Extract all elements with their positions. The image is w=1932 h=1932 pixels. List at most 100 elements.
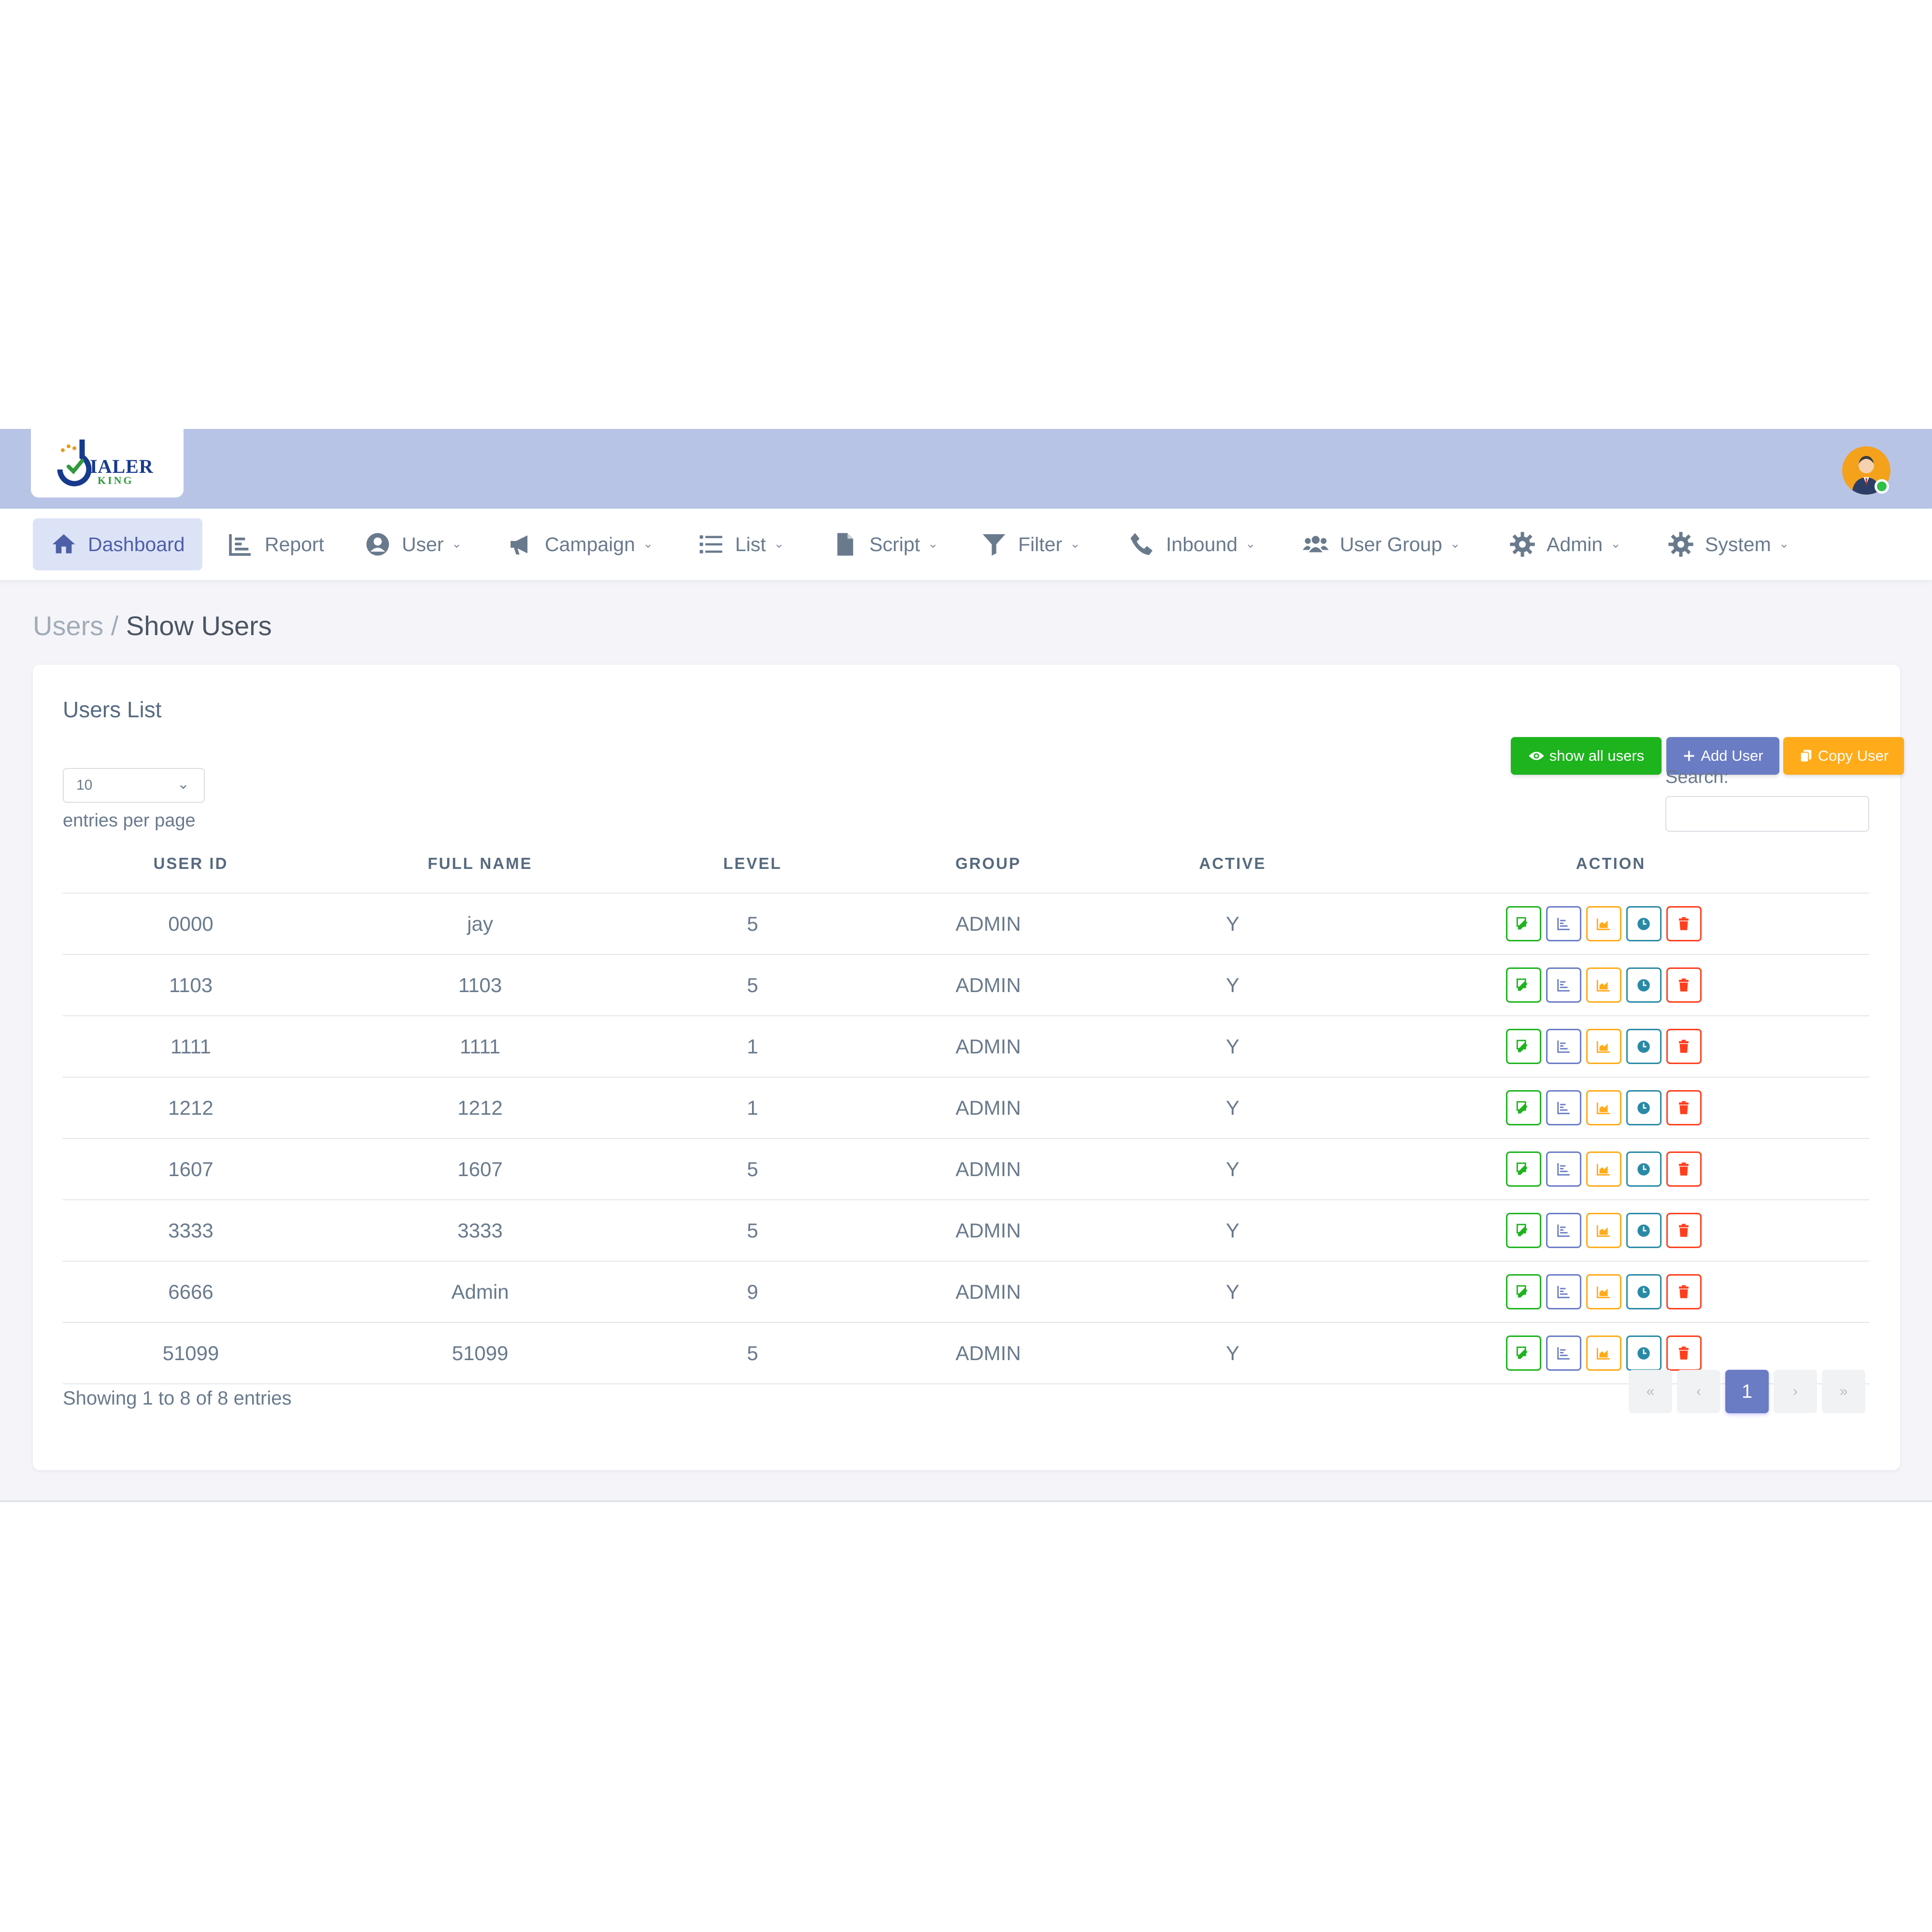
edit-button[interactable] xyxy=(1506,1151,1541,1187)
chevron-down-icon: ⌄ xyxy=(1245,536,1256,551)
page-first-button[interactable]: « xyxy=(1629,1370,1672,1413)
cell-group: ADMIN xyxy=(955,1096,1021,1119)
nav-dashboard[interactable]: Dashboard xyxy=(33,518,202,570)
cell-action xyxy=(1352,894,1869,954)
page-next-button[interactable]: › xyxy=(1774,1370,1817,1413)
stats-button[interactable] xyxy=(1546,1151,1581,1187)
nav-filter[interactable]: Filter ⌄ xyxy=(963,518,1098,570)
gear-icon xyxy=(1510,532,1535,557)
trash-button[interactable] xyxy=(1666,1029,1702,1064)
page-1-button[interactable]: 1 xyxy=(1725,1370,1769,1413)
nav-campaign[interactable]: Campaign ⌄ xyxy=(490,518,671,570)
trash-button[interactable] xyxy=(1666,1335,1702,1371)
area-chart-button[interactable] xyxy=(1586,906,1621,941)
area-chart-button[interactable] xyxy=(1586,1274,1621,1309)
cell-level: 1 xyxy=(747,1096,758,1119)
nav-inbound[interactable]: Inbound ⌄ xyxy=(1111,518,1273,570)
entries-per-page-select[interactable]: 10 ⌄ xyxy=(63,768,205,803)
app-shell: IALER KING Dashboard Report User ⌄ Campa… xyxy=(0,429,1932,1502)
row-actions xyxy=(1506,1274,1702,1309)
column-header-active[interactable]: Active xyxy=(1113,835,1352,893)
search-input[interactable] xyxy=(1665,796,1869,832)
edit-button[interactable] xyxy=(1506,1274,1541,1309)
clock-button[interactable] xyxy=(1626,906,1662,941)
table-row: 6666 Admin 9 ADMIN Y xyxy=(63,1262,1869,1323)
stats-button[interactable] xyxy=(1546,1029,1581,1064)
nav-user-group[interactable]: User Group ⌄ xyxy=(1285,518,1478,570)
trash-icon xyxy=(1679,917,1689,930)
trash-button[interactable] xyxy=(1666,906,1702,941)
column-header-level[interactable]: Level xyxy=(641,835,864,893)
trash-button[interactable] xyxy=(1666,1274,1702,1309)
nav-system[interactable]: System ⌄ xyxy=(1650,518,1807,570)
cell-group: ADMIN xyxy=(955,1035,1021,1058)
edit-button[interactable] xyxy=(1506,1335,1541,1371)
logo-subword: KING xyxy=(98,474,134,486)
clock-button[interactable] xyxy=(1626,1029,1662,1064)
stats-button[interactable] xyxy=(1546,1274,1581,1309)
filter-icon xyxy=(982,534,1006,556)
edit-icon xyxy=(1516,917,1528,929)
column-header-full-name[interactable]: Full Name xyxy=(319,835,641,893)
nav-script[interactable]: Script ⌄ xyxy=(814,518,956,570)
stats-button[interactable] xyxy=(1546,906,1581,941)
nav-admin[interactable]: Admin ⌄ xyxy=(1492,518,1638,570)
trash-button[interactable] xyxy=(1666,1151,1702,1187)
breadcrumb-parent[interactable]: Users / xyxy=(33,611,118,641)
page-last-button[interactable]: » xyxy=(1822,1370,1865,1413)
stats-button[interactable] xyxy=(1546,1090,1581,1125)
cell-full-name: 1103 xyxy=(458,973,502,996)
copy-user-button[interactable]: Copy User xyxy=(1783,737,1904,775)
nav-user[interactable]: User ⌄ xyxy=(347,518,479,570)
column-header-user-id[interactable]: User ID xyxy=(63,835,319,893)
clock-button[interactable] xyxy=(1626,1274,1662,1309)
cell-action xyxy=(1352,1078,1869,1138)
trash-button[interactable] xyxy=(1666,1090,1702,1125)
area-chart-button[interactable] xyxy=(1586,1335,1621,1371)
row-actions xyxy=(1506,967,1702,1003)
show-all-users-button[interactable]: show all users xyxy=(1511,737,1662,775)
cell-level: 1 xyxy=(747,1035,758,1058)
cell-active: Y xyxy=(1225,1035,1239,1058)
nav-label: Report xyxy=(265,533,325,555)
clock-button[interactable] xyxy=(1626,1151,1662,1187)
area-chart-button[interactable] xyxy=(1586,1090,1621,1125)
trash-button[interactable] xyxy=(1666,967,1702,1003)
edit-button[interactable] xyxy=(1506,1029,1541,1064)
column-header-group[interactable]: Group xyxy=(864,835,1113,893)
row-actions xyxy=(1506,1335,1702,1371)
edit-button[interactable] xyxy=(1506,1090,1541,1125)
area-chart-button[interactable] xyxy=(1586,1151,1621,1187)
page-prev-button[interactable]: ‹ xyxy=(1677,1370,1720,1413)
nav-list[interactable]: List ⌄ xyxy=(680,518,802,570)
trash-button[interactable] xyxy=(1666,1213,1702,1248)
table-info: Showing 1 to 8 of 8 entries xyxy=(63,1388,292,1409)
area-chart-button[interactable] xyxy=(1586,1213,1621,1248)
area-chart-button[interactable] xyxy=(1586,967,1621,1003)
edit-button[interactable] xyxy=(1506,906,1541,941)
copy-icon xyxy=(1800,750,1812,763)
clock-button[interactable] xyxy=(1626,1335,1662,1371)
clock-button[interactable] xyxy=(1626,967,1662,1003)
logo[interactable]: IALER KING xyxy=(31,429,184,497)
stats-icon xyxy=(1557,917,1570,930)
cell-group: ADMIN xyxy=(955,912,1021,935)
page-title: Show Users xyxy=(126,611,272,641)
stats-icon xyxy=(1557,1285,1570,1298)
cell-user-id: 51099 xyxy=(162,1341,219,1364)
nav-label: Script xyxy=(869,533,920,555)
clock-button[interactable] xyxy=(1626,1090,1662,1125)
stats-button[interactable] xyxy=(1546,967,1581,1003)
chart-bar-icon xyxy=(229,534,251,556)
edit-button[interactable] xyxy=(1506,967,1541,1003)
cell-level: 5 xyxy=(747,1219,758,1242)
stats-button[interactable] xyxy=(1546,1213,1581,1248)
stats-button[interactable] xyxy=(1546,1335,1581,1371)
nav-report[interactable]: Report xyxy=(210,518,341,570)
cell-user-id: 1103 xyxy=(169,973,213,996)
users-list-card: Users List show all users Add User Copy … xyxy=(33,665,1904,1470)
edit-button[interactable] xyxy=(1506,1213,1541,1248)
cell-active: Y xyxy=(1225,1341,1239,1364)
area-chart-button[interactable] xyxy=(1586,1029,1621,1064)
clock-button[interactable] xyxy=(1626,1213,1662,1248)
